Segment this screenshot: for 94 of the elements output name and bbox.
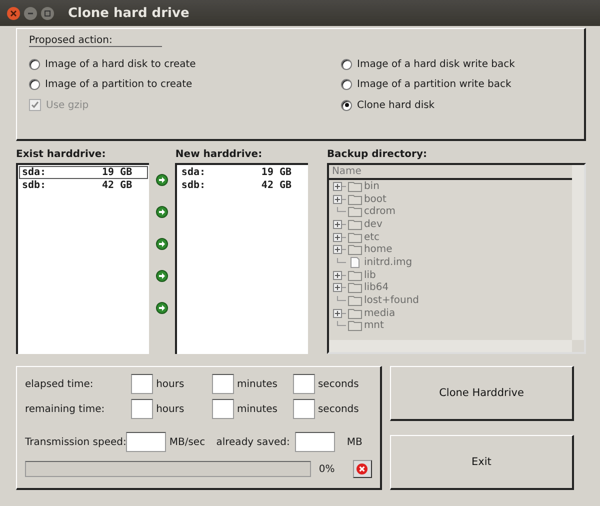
field-label: remaining time:	[25, 404, 106, 414]
drive-list-item[interactable]: sda: 19 GB	[19, 166, 148, 179]
close-icon	[356, 463, 368, 475]
tree-item-label: etc	[364, 232, 380, 243]
time-field[interactable]	[131, 374, 154, 394]
list-label: Exist harddrive:	[16, 149, 107, 160]
tree-item-label: home	[364, 244, 392, 256]
field-label: elapsed time:	[25, 378, 94, 390]
tree-item-label: lib64	[364, 282, 389, 294]
folder-icon	[348, 282, 362, 294]
folder-icon	[348, 206, 362, 218]
folder-icon	[348, 232, 362, 243]
drive-list-item[interactable]: sda: 19 GB	[178, 166, 307, 179]
copy-button[interactable]	[156, 206, 168, 218]
option-label: Image of a partition write back	[357, 79, 512, 90]
vertical-scrollbar[interactable]	[572, 165, 584, 340]
expand-icon[interactable]	[332, 283, 346, 292]
radio-button[interactable]	[341, 59, 352, 70]
close-button[interactable]	[7, 6, 20, 20]
expand-icon[interactable]	[332, 232, 346, 242]
unit-label: seconds	[316, 378, 360, 390]
folder-icon	[348, 180, 362, 192]
copy-button[interactable]	[156, 174, 168, 186]
time-field[interactable]	[131, 399, 154, 419]
action-button[interactable]: Clone Harddrive	[390, 366, 574, 421]
radio-button[interactable]	[29, 79, 40, 90]
time-field[interactable]	[212, 374, 234, 394]
drive-list-item[interactable]: sdb: 42 GB	[178, 179, 307, 192]
tree-item-label: bin	[364, 180, 380, 192]
cancel-button[interactable]	[352, 460, 372, 478]
folder-icon	[348, 270, 362, 281]
tree-item-label: initrd.img	[364, 256, 412, 268]
drive-list-item[interactable]: sdb: 42 GB	[19, 179, 148, 192]
minimize-button[interactable]	[24, 6, 37, 20]
expand-icon[interactable]	[332, 245, 346, 254]
option-label: Image of a hard disk write back	[357, 59, 515, 70]
time-field[interactable]	[292, 399, 315, 419]
option-label: Clone hard disk	[357, 100, 435, 110]
group-legend: Proposed action:	[29, 35, 162, 47]
radio-button[interactable]	[341, 79, 352, 90]
expand-icon[interactable]	[332, 194, 346, 204]
copy-button[interactable]	[156, 238, 168, 250]
horizontal-scrollbar[interactable]	[328, 340, 572, 352]
expand-icon[interactable]	[332, 220, 346, 229]
option-label: Image of a partition to create	[45, 79, 192, 90]
progress-reading: 0%	[318, 464, 335, 474]
time-field[interactable]	[292, 374, 315, 394]
folder-icon	[348, 308, 362, 319]
folder-icon	[348, 218, 362, 230]
folder-icon	[348, 244, 362, 256]
window-title: Clone hard drive	[68, 6, 190, 20]
unit-label: hours	[155, 404, 186, 414]
tree-item-label: boot	[364, 194, 386, 205]
arrow-right-icon	[156, 270, 168, 282]
list-label: Backup directory:	[326, 149, 428, 160]
tree-item-label: cdrom	[364, 206, 396, 218]
arrow-right-icon	[156, 206, 168, 218]
field-label: Transmission speed:	[25, 436, 126, 448]
tree-item-label: mnt	[364, 320, 384, 332]
expand-icon[interactable]	[332, 270, 346, 280]
unit-label: MB/sec	[168, 436, 206, 448]
arrow-right-icon	[156, 174, 168, 186]
field-label: already saved:	[216, 436, 290, 448]
folder-icon	[348, 295, 362, 306]
folder-icon	[348, 194, 362, 205]
copy-button[interactable]	[156, 270, 168, 282]
unit-label: MB	[346, 436, 364, 448]
arrow-right-icon	[156, 238, 168, 250]
maximize-icon	[44, 10, 51, 16]
unit-label: minutes	[236, 378, 279, 390]
unit-label: seconds	[316, 404, 360, 414]
tree-item-label: dev	[364, 218, 382, 230]
action-button[interactable]: Exit	[390, 435, 574, 490]
tree-item-label: media	[364, 308, 396, 319]
folder-icon	[348, 320, 362, 332]
radio-button[interactable]	[341, 100, 352, 110]
expand-icon[interactable]	[332, 308, 346, 318]
unit-label: hours	[155, 378, 186, 390]
file-icon	[348, 256, 362, 268]
unit-label: minutes	[236, 404, 279, 414]
saved-field[interactable]	[294, 432, 335, 452]
radio-button[interactable]	[29, 59, 40, 70]
tree-item-label: lost+found	[364, 295, 420, 306]
copy-button[interactable]	[156, 302, 168, 314]
close-icon	[10, 10, 17, 16]
expand-icon[interactable]	[332, 182, 346, 191]
option-label: Image of a hard disk to create	[45, 59, 196, 70]
time-field[interactable]	[212, 399, 234, 419]
option-label: Use gzip	[46, 100, 89, 110]
list-label: New harddrive:	[175, 149, 264, 160]
maximize-button[interactable]	[41, 6, 54, 20]
arrow-right-icon	[156, 302, 168, 314]
speed-field[interactable]	[126, 432, 166, 452]
tree-item-label: lib	[364, 270, 376, 281]
